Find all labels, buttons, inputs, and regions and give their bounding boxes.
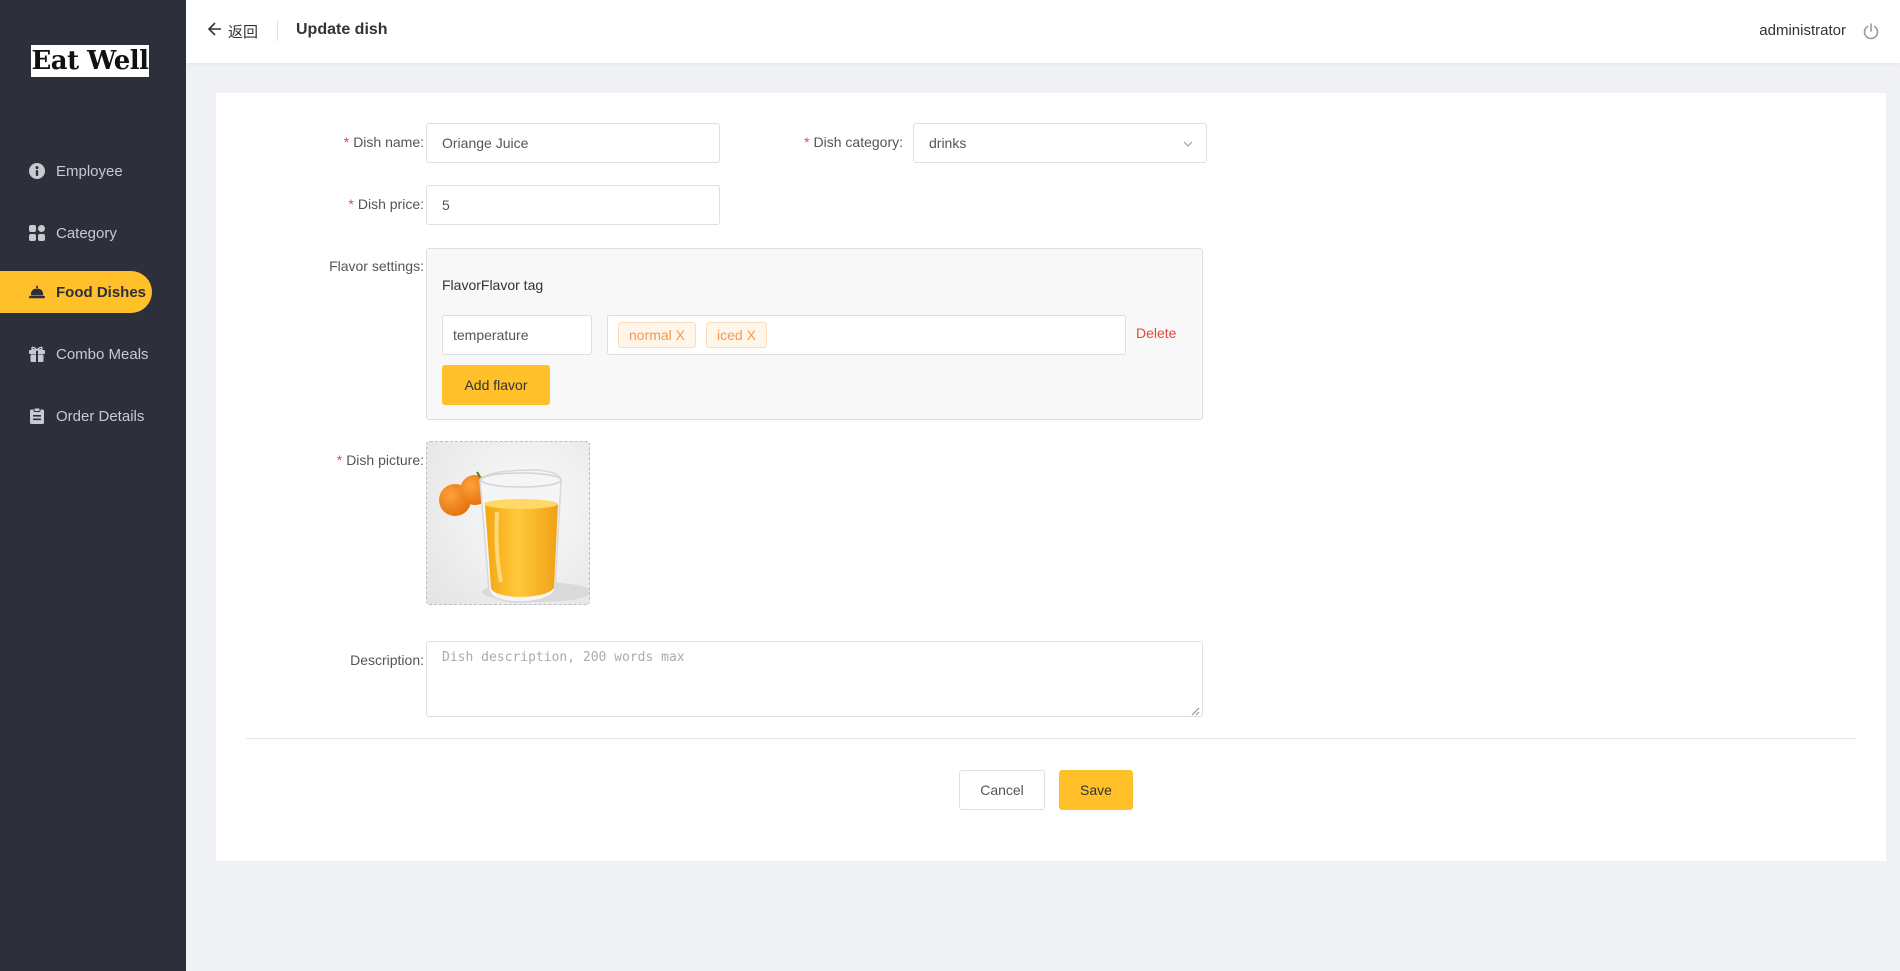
description-textarea[interactable]: Dish description, 200 words max <box>426 641 1203 717</box>
arrow-left-icon <box>207 22 222 41</box>
dish-name-input[interactable]: Oriange Juice <box>426 123 720 163</box>
form-divider <box>246 738 1856 739</box>
dish-price-input[interactable]: 5 <box>426 185 720 225</box>
grid-icon <box>29 225 45 241</box>
flavor-name-value: temperature <box>453 327 529 343</box>
required-asterisk: * <box>348 196 354 212</box>
chevron-down-icon <box>1182 137 1194 149</box>
username: administrator <box>1759 22 1846 39</box>
logout-power-icon[interactable] <box>1862 22 1880 40</box>
dish-category-value: drinks <box>929 135 967 151</box>
required-asterisk: * <box>343 134 350 150</box>
flavor-header: FlavorFlavor tag <box>442 277 544 293</box>
save-button[interactable]: Save <box>1059 770 1133 810</box>
sidebar-item-label: Combo Meals <box>56 345 149 363</box>
page-title: Update dish <box>296 21 388 38</box>
delete-flavor-link[interactable]: Delete <box>1136 325 1176 341</box>
dish-price-label: * Dish price: <box>348 196 424 212</box>
sidebar-item-employee[interactable]: Employee <box>0 150 152 192</box>
back-label: 返回 <box>228 24 259 41</box>
sidebar-item-category[interactable]: Category <box>0 212 152 254</box>
sidebar-item-label: Food Dishes <box>56 283 147 301</box>
sidebar-item-combo-meals[interactable]: Combo Meals <box>0 333 152 375</box>
flavor-name-input[interactable]: temperature <box>442 315 592 355</box>
dish-price-value: 5 <box>442 197 450 213</box>
sidebar-item-food-dishes[interactable]: Food Dishes <box>0 271 152 313</box>
dish-category-label: * Dish category: <box>804 134 903 150</box>
orange-juice-image <box>427 442 589 604</box>
dish-form-card: * Dish name: Oriange Juice * Dish category… <box>216 93 1886 861</box>
food-bell-icon <box>29 284 45 300</box>
resize-handle-icon[interactable] <box>1191 705 1200 716</box>
gift-icon <box>29 346 45 362</box>
flavor-tag[interactable]: iced X <box>706 322 767 348</box>
description-label: Description: <box>350 652 424 668</box>
sidebar: Eat Well Employee Category Food Dishes C… <box>0 0 186 971</box>
logo-text: Eat Well <box>31 46 149 76</box>
description-placeholder: Dish description, 200 words max <box>442 650 685 665</box>
flavor-tag[interactable]: normal X <box>618 322 697 348</box>
required-asterisk: * <box>336 452 343 468</box>
flavor-settings-label: Flavor settings: <box>329 258 424 274</box>
dish-name-label: * Dish name: <box>343 134 424 150</box>
clipboard-icon <box>29 408 45 424</box>
flavor-tags-input[interactable]: normal X iced X <box>607 315 1126 355</box>
dish-picture-upload[interactable] <box>426 441 590 605</box>
sidebar-item-label: Order Details <box>56 407 145 425</box>
dish-category-select[interactable]: drinks <box>913 123 1207 163</box>
header-divider <box>277 21 278 41</box>
back-button[interactable]: 返回 <box>207 21 259 42</box>
cancel-button[interactable]: Cancel <box>959 770 1045 810</box>
logo: Eat Well <box>31 45 149 77</box>
dish-picture-label: * Dish picture: <box>336 452 424 468</box>
sidebar-item-order-details[interactable]: Order Details <box>0 395 152 437</box>
add-flavor-button[interactable]: Add flavor <box>442 365 550 405</box>
dish-name-value: Oriange Juice <box>442 135 529 151</box>
employee-icon <box>29 163 45 179</box>
required-asterisk: * <box>804 134 810 150</box>
flavor-settings-panel: FlavorFlavor tag temperature normal X ic… <box>426 248 1203 420</box>
top-header: 返回 Update dish administrator <box>186 0 1900 63</box>
sidebar-item-label: Category <box>56 224 117 242</box>
sidebar-item-label: Employee <box>56 162 123 180</box>
